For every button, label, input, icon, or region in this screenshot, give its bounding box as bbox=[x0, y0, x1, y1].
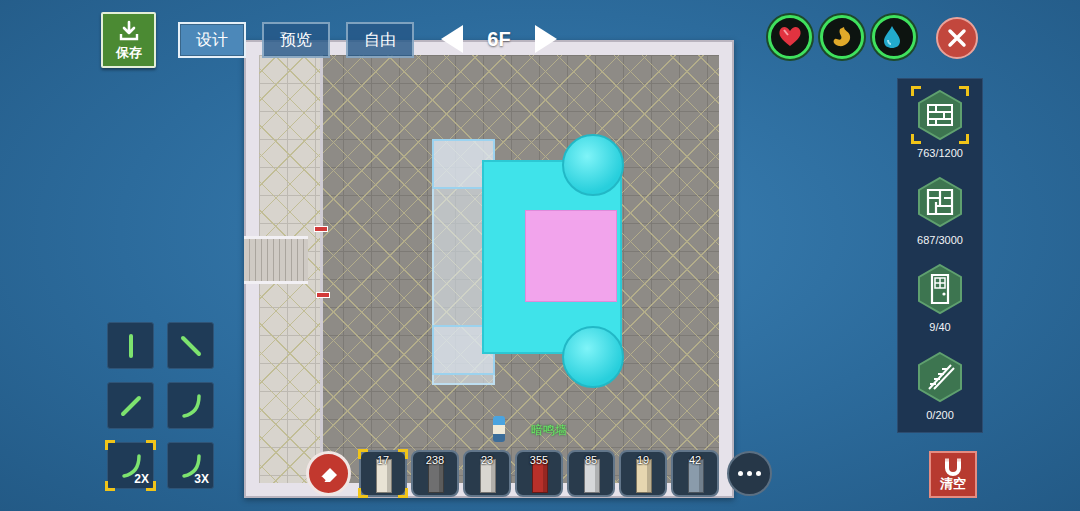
floor-icon bbox=[914, 176, 966, 228]
hotbar-slot[interactable]: 42 bbox=[671, 450, 719, 497]
inner-wall bbox=[320, 55, 323, 483]
resource-count: 9/40 bbox=[929, 321, 950, 334]
game-screen: 保存 设计预览自由 6F 763/1200 687/3000 9/40 0/200 2… bbox=[0, 0, 1080, 511]
heart-icon bbox=[777, 24, 803, 50]
stomach-icon bbox=[829, 24, 855, 50]
round-lamp[interactable] bbox=[562, 134, 624, 196]
resource-count: 687/3000 bbox=[917, 234, 963, 247]
selection-corner bbox=[358, 488, 368, 498]
status-icons bbox=[768, 15, 916, 59]
drop-icon bbox=[881, 24, 907, 50]
hotbar-slot[interactable]: 23 bbox=[463, 450, 511, 497]
selection-frame bbox=[105, 440, 156, 491]
wall-lamp bbox=[314, 226, 328, 232]
shape-tool[interactable]: 2X bbox=[107, 442, 154, 489]
hotbar-slot[interactable]: 238 bbox=[411, 450, 459, 497]
door-icon bbox=[914, 263, 966, 315]
player-figure bbox=[493, 416, 505, 442]
shape-tool[interactable] bbox=[167, 382, 214, 429]
tool-multiplier: 3X bbox=[194, 473, 209, 486]
wall-icon bbox=[914, 89, 966, 141]
selection-corner bbox=[105, 440, 115, 450]
hotbar-slot[interactable]: 85 bbox=[567, 450, 615, 497]
tool-grid: 2X 3X bbox=[107, 322, 214, 489]
mode-tab[interactable]: 预览 bbox=[262, 22, 330, 58]
hotbar: 17 238 23 355 85 19 42 bbox=[306, 450, 772, 497]
selection-corner bbox=[398, 488, 408, 498]
drop-status[interactable] bbox=[872, 15, 916, 59]
slot-count: 19 bbox=[621, 454, 665, 466]
line-falling-icon bbox=[176, 331, 206, 361]
close-button[interactable] bbox=[936, 17, 978, 59]
mode-tabs: 设计预览自由 bbox=[178, 22, 414, 58]
close-icon bbox=[946, 27, 968, 49]
entrance-steps bbox=[244, 236, 308, 284]
line-rising-icon bbox=[116, 391, 146, 421]
eraser-icon bbox=[317, 462, 341, 486]
slot-count: 238 bbox=[413, 454, 457, 466]
eraser-button[interactable] bbox=[306, 451, 351, 496]
hotbar-slot[interactable]: 355 bbox=[515, 450, 563, 497]
arc-icon bbox=[176, 391, 206, 421]
bed-cover bbox=[525, 210, 617, 302]
selection-corner bbox=[146, 481, 156, 491]
shape-tool[interactable] bbox=[107, 382, 154, 429]
dot-icon bbox=[756, 471, 761, 476]
stomach-status[interactable] bbox=[820, 15, 864, 59]
resource-item[interactable]: 687/3000 bbox=[905, 176, 975, 247]
shape-tool[interactable]: 3X bbox=[167, 442, 214, 489]
floor-selector: 6F bbox=[441, 24, 557, 54]
resource-item[interactable]: 0/200 bbox=[905, 351, 975, 422]
mode-tab[interactable]: 自由 bbox=[346, 22, 414, 58]
selection-corner bbox=[358, 449, 368, 459]
resource-panel: 763/1200 687/3000 9/40 0/200 bbox=[897, 78, 983, 433]
next-floor-icon[interactable] bbox=[535, 25, 557, 53]
slot-count: 85 bbox=[569, 454, 613, 466]
floor-label: 6F bbox=[463, 24, 535, 54]
clear-label: 清空 bbox=[940, 477, 966, 491]
shape-tool[interactable] bbox=[167, 322, 214, 369]
hotbar-slot[interactable]: 19 bbox=[619, 450, 667, 497]
hotbar-slot[interactable]: 17 bbox=[359, 450, 407, 497]
slot-count: 42 bbox=[673, 454, 717, 466]
selection-corner bbox=[911, 86, 921, 96]
selection-corner bbox=[146, 440, 156, 450]
magnet-icon bbox=[942, 457, 964, 477]
prev-floor-icon[interactable] bbox=[441, 25, 463, 53]
save-button[interactable]: 保存 bbox=[101, 12, 156, 68]
heart-status[interactable] bbox=[768, 15, 812, 59]
dot-icon bbox=[738, 471, 743, 476]
selection-corner bbox=[959, 134, 969, 144]
selection-corner bbox=[105, 481, 115, 491]
floor-plan[interactable] bbox=[244, 40, 734, 498]
slot-count: 355 bbox=[517, 454, 561, 466]
round-lamp[interactable] bbox=[562, 326, 624, 388]
wall-lamp bbox=[316, 292, 330, 298]
slot-count: 23 bbox=[465, 454, 509, 466]
resource-count: 0/200 bbox=[926, 409, 954, 422]
resource-count: 763/1200 bbox=[917, 147, 963, 160]
slot-count: 17 bbox=[361, 454, 405, 466]
clear-button[interactable]: 清空 bbox=[929, 451, 977, 498]
more-button[interactable] bbox=[727, 451, 772, 496]
selection-corner bbox=[398, 449, 408, 459]
item-name: 暗鸣墙 bbox=[531, 423, 567, 437]
mode-tab[interactable]: 设计 bbox=[178, 22, 246, 58]
dot-icon bbox=[747, 471, 752, 476]
resource-item[interactable]: 9/40 bbox=[905, 263, 975, 334]
selection-corner bbox=[959, 86, 969, 96]
line-vertical-icon bbox=[116, 331, 146, 361]
selection-corner bbox=[911, 134, 921, 144]
selection-frame bbox=[911, 86, 969, 144]
resource-item[interactable]: 763/1200 bbox=[905, 89, 975, 160]
download-icon bbox=[118, 20, 140, 42]
shape-tool[interactable] bbox=[107, 322, 154, 369]
save-label: 保存 bbox=[116, 46, 142, 60]
top-left-bar: 保存 设计预览自由 bbox=[101, 12, 414, 68]
tool-multiplier: 2X bbox=[134, 473, 149, 486]
stairs-icon bbox=[914, 351, 966, 403]
